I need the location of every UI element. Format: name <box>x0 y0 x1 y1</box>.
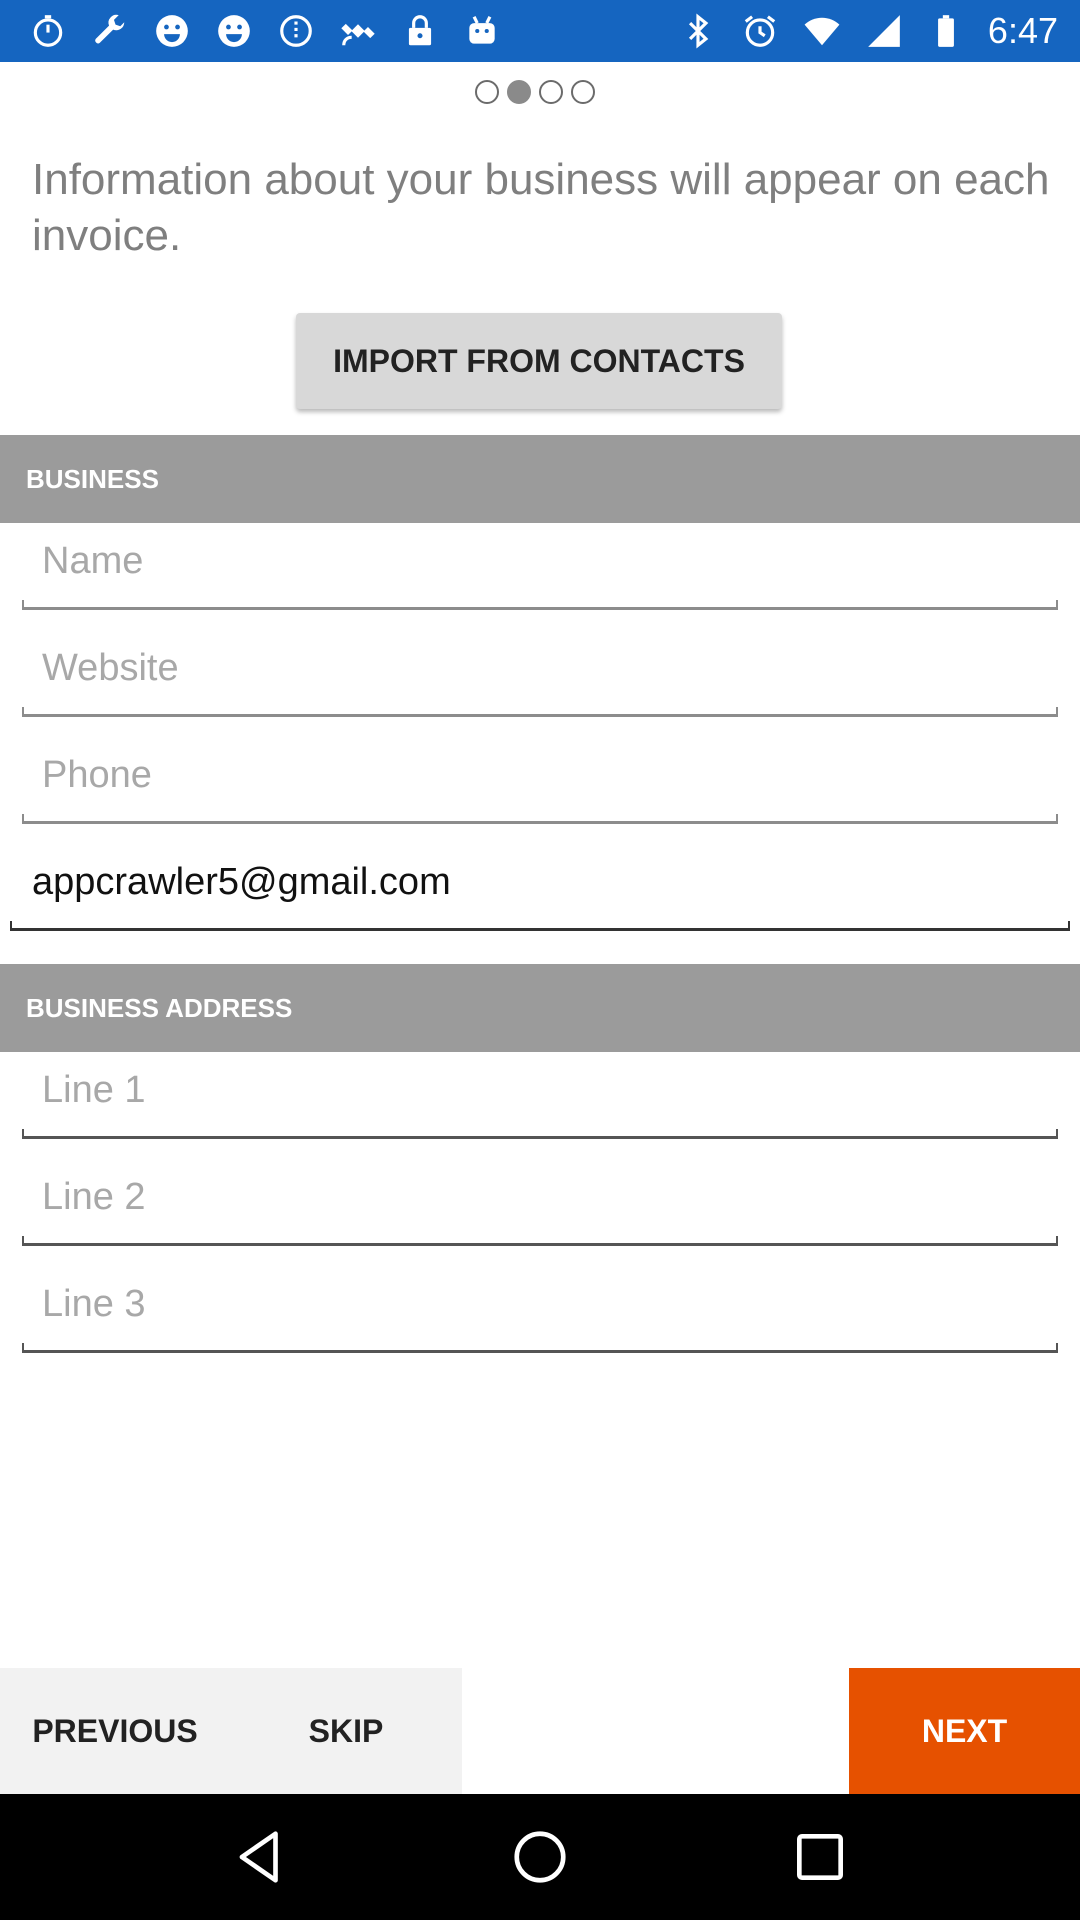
page-dot-active <box>507 80 531 104</box>
business-address-section-header: BUSINESS ADDRESS <box>0 964 1080 1052</box>
page-dot <box>571 80 595 104</box>
field-underline <box>22 1236 1058 1246</box>
wizard-button-bar: PREVIOUS SKIP NEXT <box>0 1668 1080 1794</box>
field-underline <box>10 921 1070 931</box>
system-navigation-bar <box>0 1794 1080 1920</box>
signal-icon <box>864 11 904 51</box>
field-underline <box>22 1129 1058 1139</box>
website-field[interactable]: Website <box>22 637 1058 717</box>
field-underline <box>22 600 1058 610</box>
import-from-contacts-button[interactable]: IMPORT FROM CONTACTS <box>296 313 782 409</box>
next-button[interactable]: NEXT <box>849 1668 1080 1794</box>
recents-icon[interactable] <box>780 1817 860 1897</box>
website-placeholder: Website <box>42 647 179 689</box>
email-value: appcrawler5@gmail.com <box>32 861 451 903</box>
phone-placeholder: Phone <box>42 754 152 796</box>
field-underline <box>22 707 1058 717</box>
android-icon <box>462 11 502 51</box>
satellite-icon <box>338 11 378 51</box>
wrench-icon <box>90 11 130 51</box>
address-line2-placeholder: Line 2 <box>42 1176 146 1218</box>
address-line3-field[interactable]: Line 3 <box>22 1273 1058 1353</box>
phone-field[interactable]: Phone <box>22 744 1058 824</box>
business-name-placeholder: Name <box>42 540 144 582</box>
battery-icon <box>926 11 966 51</box>
back-icon[interactable] <box>220 1817 300 1897</box>
bluetooth-icon <box>678 11 718 51</box>
lock-icon <box>400 11 440 51</box>
address-line3-placeholder: Line 3 <box>42 1283 146 1325</box>
smiley-icon <box>214 11 254 51</box>
field-underline <box>22 1343 1058 1353</box>
home-icon[interactable] <box>500 1817 580 1897</box>
page-dot <box>475 80 499 104</box>
alarm-icon <box>740 11 780 51</box>
intro-text: Information about your business will app… <box>32 155 1050 260</box>
previous-button[interactable]: PREVIOUS <box>0 1668 230 1794</box>
wifi-icon <box>802 11 842 51</box>
stopwatch-icon <box>28 11 68 51</box>
business-name-field[interactable]: Name <box>22 530 1058 610</box>
business-section-header: BUSINESS <box>0 435 1080 523</box>
address-line2-field[interactable]: Line 2 <box>22 1166 1058 1246</box>
status-icons-left <box>28 11 502 51</box>
status-time: 6:47 <box>987 10 1058 51</box>
email-field[interactable]: appcrawler5@gmail.com <box>10 851 1070 931</box>
page-dot <box>539 80 563 104</box>
cellular-slash-icon <box>276 11 316 51</box>
status-bar: 6:47 <box>0 0 1080 62</box>
address-line1-placeholder: Line 1 <box>42 1069 146 1111</box>
address-line1-field[interactable]: Line 1 <box>22 1059 1058 1139</box>
page-indicator <box>0 80 1080 104</box>
field-underline <box>22 814 1058 824</box>
status-icons-right: 6:47 <box>678 10 1058 52</box>
skip-button[interactable]: SKIP <box>230 1668 462 1794</box>
smiley-icon <box>152 11 192 51</box>
